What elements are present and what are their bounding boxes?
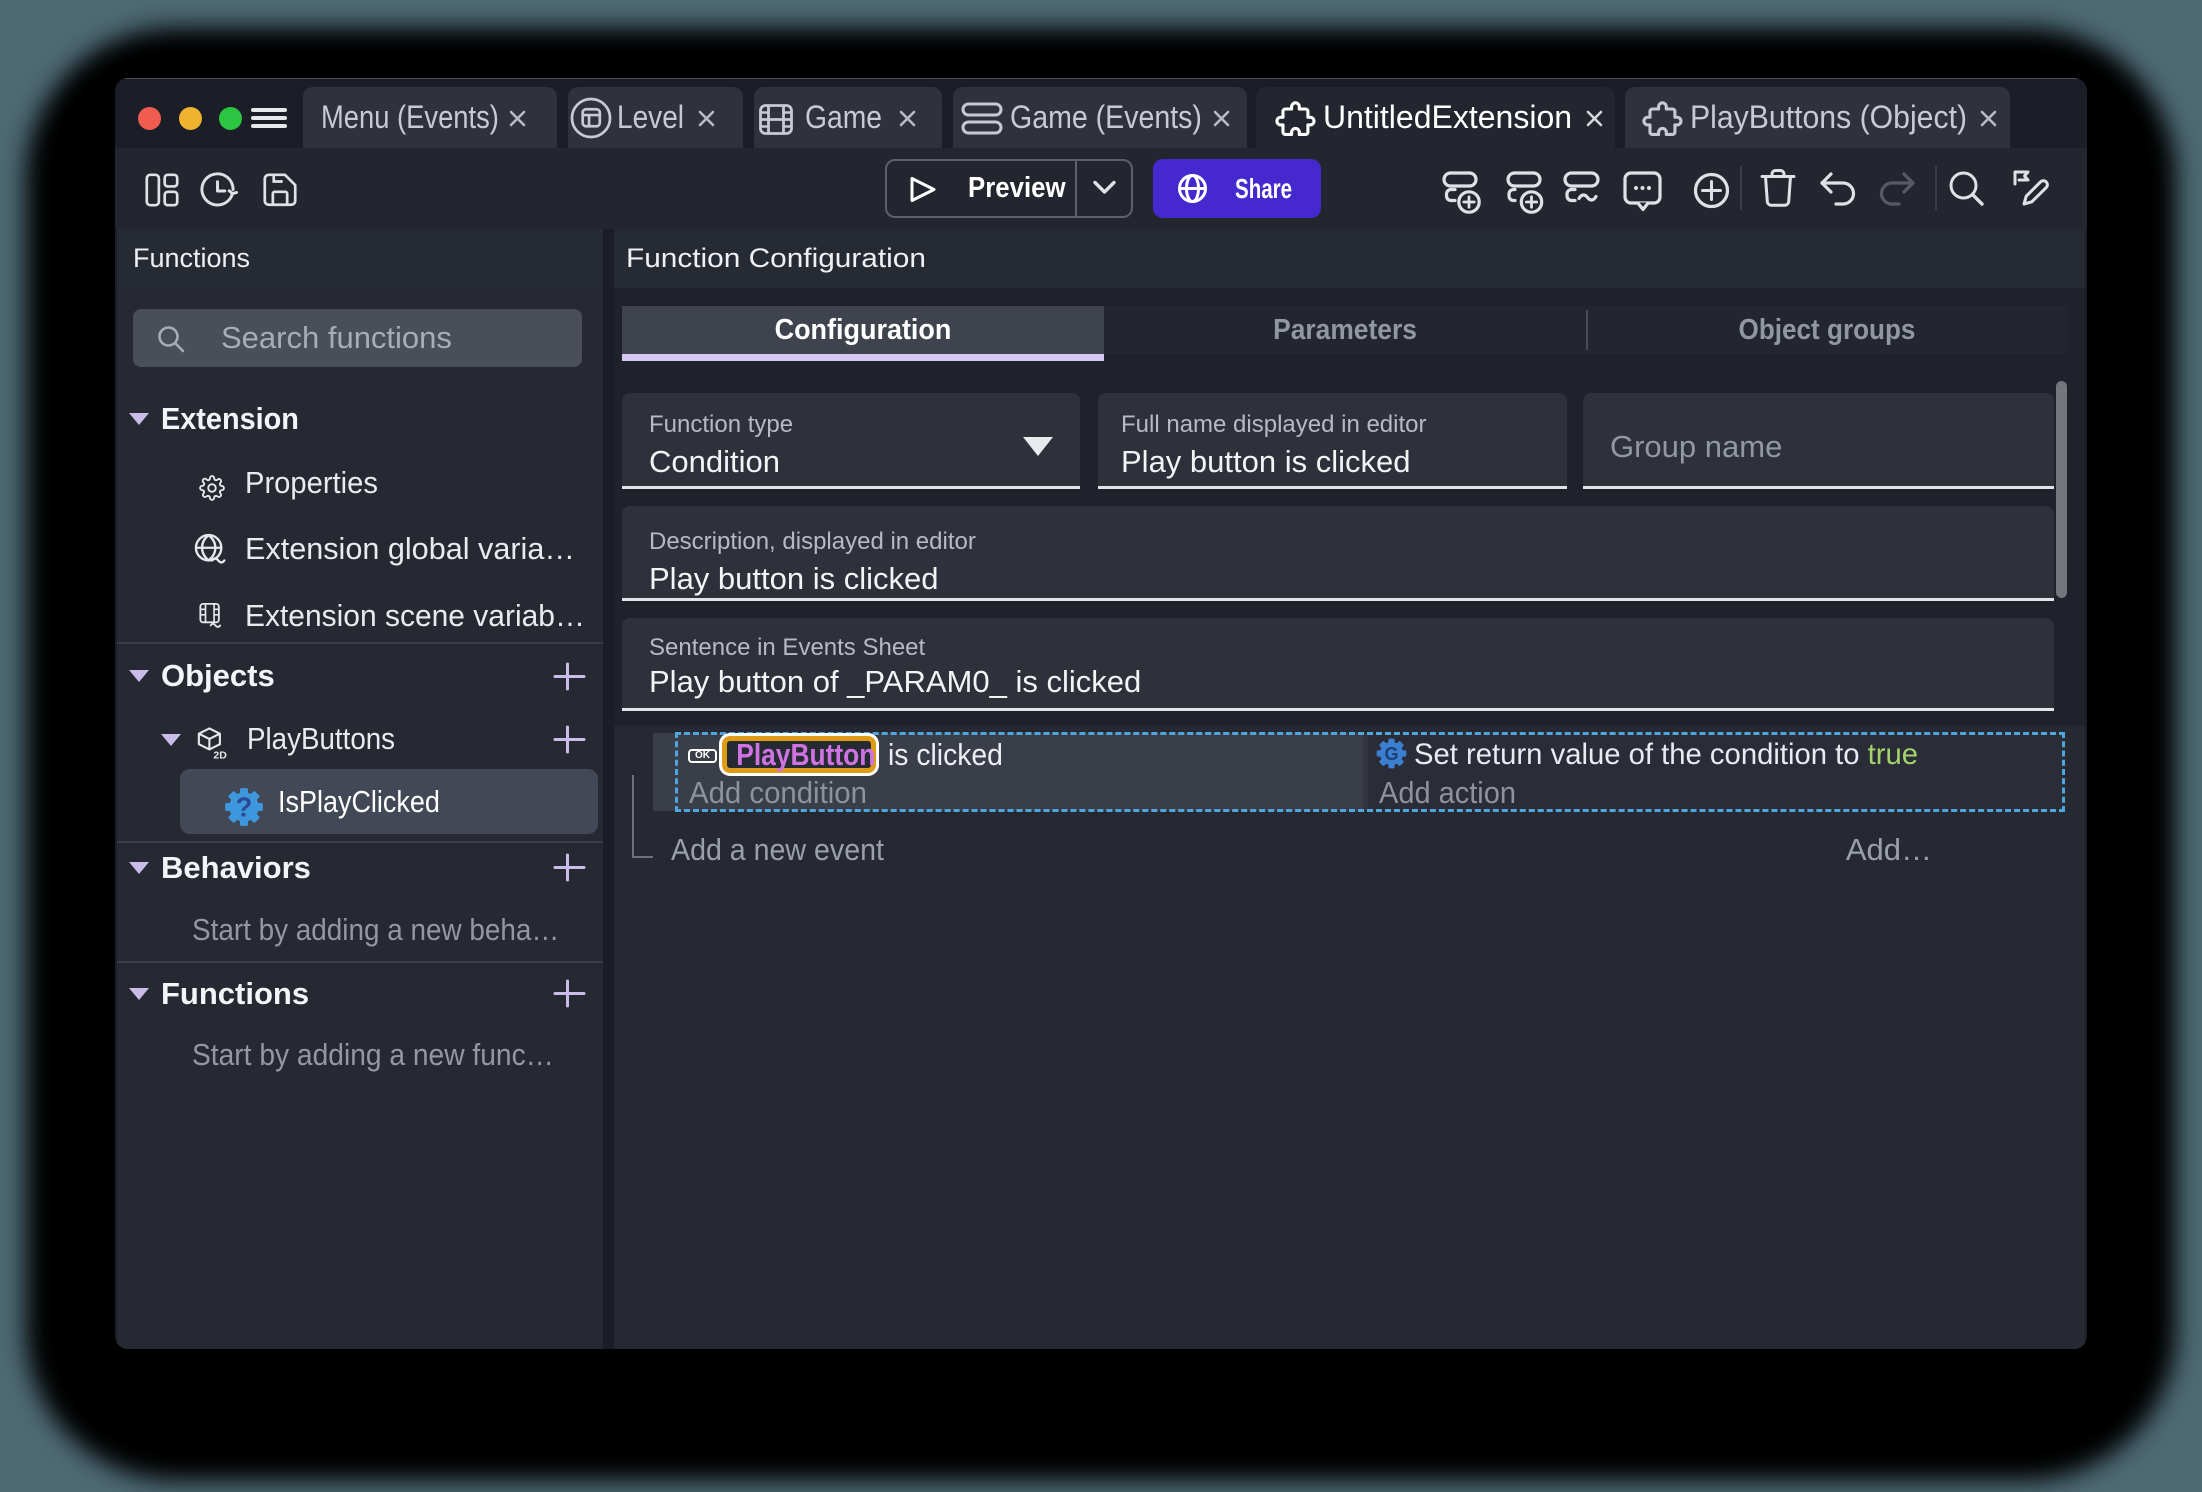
- svg-text:?: ?: [236, 791, 253, 822]
- svg-text:G: G: [1384, 744, 1398, 764]
- svg-text:2D: 2D: [213, 749, 227, 761]
